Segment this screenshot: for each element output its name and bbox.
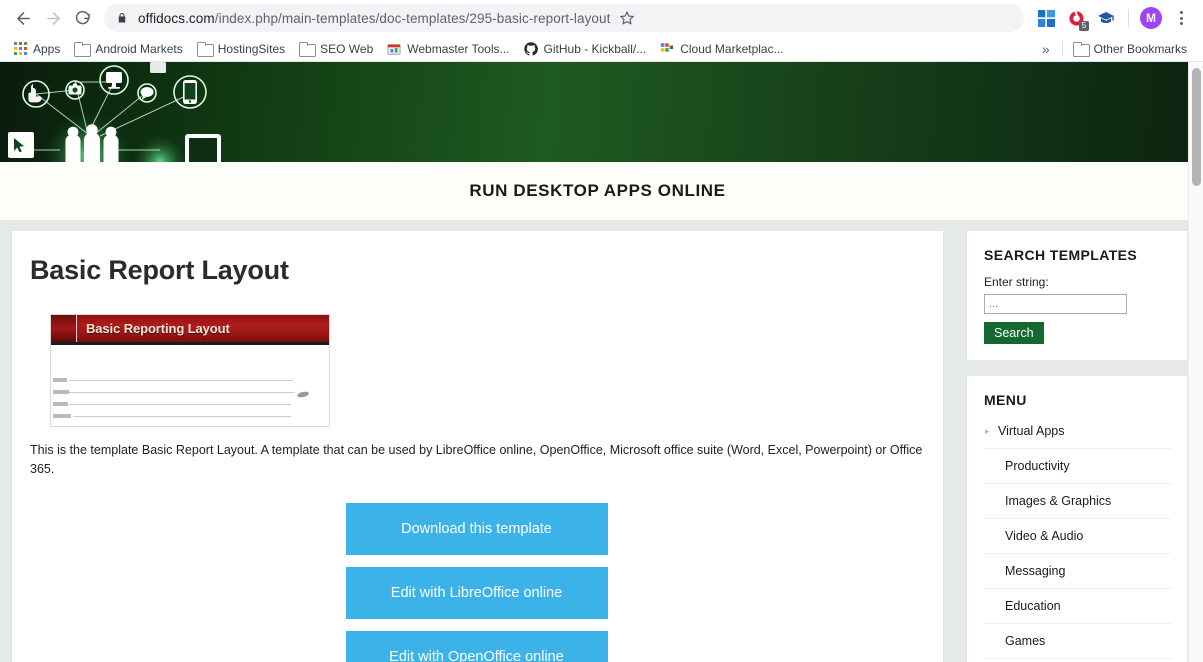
toolbar-divider: [1128, 9, 1129, 27]
extension-badge-count: 5: [1079, 21, 1089, 31]
url-domain: offidocs.com: [138, 11, 215, 26]
bookmark-hostingsites[interactable]: HostingSites: [191, 39, 293, 59]
search-field-label: Enter string:: [984, 275, 1171, 289]
sidebar-item-virtual-apps[interactable]: ▸ Virtual Apps: [984, 420, 1171, 448]
reload-button[interactable]: [68, 3, 98, 33]
page-viewport: RUN DESKTOP APPS ONLINE Basic Report Lay…: [0, 62, 1203, 662]
profile-initial: M: [1140, 7, 1162, 29]
browser-chrome: offidocs.com/index.php/main-templates/do…: [0, 0, 1203, 62]
folder-icon: [197, 42, 212, 55]
bookmark-seo-web[interactable]: SEO Web: [293, 39, 381, 59]
sidebar-item-images-graphics[interactable]: Images & Graphics: [984, 483, 1171, 518]
site-banner: [0, 62, 1195, 162]
bookmark-label: Apps: [33, 42, 60, 56]
main-content-card: Basic Report Layout Basic Reporting Layo…: [11, 230, 944, 662]
address-bar[interactable]: offidocs.com/index.php/main-templates/do…: [104, 4, 1024, 32]
adblock-extension-icon[interactable]: 5: [1062, 4, 1090, 32]
sidebar-item-games[interactable]: Games: [984, 623, 1171, 658]
thumbnail-header-text: Basic Reporting Layout: [86, 321, 230, 336]
sidebar: SEARCH TEMPLATES Enter string: Search ME…: [966, 230, 1188, 662]
sidebar-item-messaging[interactable]: Messaging: [984, 553, 1171, 588]
forward-button[interactable]: [38, 3, 68, 33]
folder-icon: [1073, 42, 1088, 55]
bookmarks-overflow-button[interactable]: »: [1034, 41, 1058, 57]
page-vertical-scrollbar[interactable]: [1188, 62, 1203, 662]
template-description: This is the template Basic Report Layout…: [30, 441, 923, 479]
bookmark-label: GitHub - Kickball/...: [544, 42, 647, 56]
sidebar-item-label: Games: [1005, 634, 1045, 648]
scrollbar-thumb[interactable]: [1192, 68, 1201, 186]
extension-icons: 5 M: [1032, 4, 1195, 32]
menu-card: MENU ▸ Virtual Apps Productivity Images …: [966, 375, 1188, 662]
bookmark-webmaster-tools[interactable]: Webmaster Tools...: [381, 39, 517, 59]
download-template-button[interactable]: Download this template: [346, 503, 608, 555]
edit-openoffice-button[interactable]: Edit with OpenOffice online: [346, 631, 608, 662]
sidebar-item-label: Video & Audio: [1005, 529, 1083, 543]
site-tagline-band: RUN DESKTOP APPS ONLINE: [0, 162, 1195, 220]
search-templates-title: SEARCH TEMPLATES: [984, 247, 1171, 263]
action-buttons: Download this template Edit with LibreOf…: [30, 503, 923, 662]
search-templates-card: SEARCH TEMPLATES Enter string: Search: [966, 230, 1188, 361]
edit-libreoffice-button[interactable]: Edit with LibreOffice online: [346, 567, 608, 619]
folder-icon: [74, 42, 89, 55]
banner-network-art: [0, 62, 250, 162]
profile-avatar[interactable]: M: [1137, 4, 1165, 32]
bookmark-label: HostingSites: [218, 42, 285, 56]
site-tagline: RUN DESKTOP APPS ONLINE: [469, 181, 725, 201]
sidebar-item-label: Education: [1005, 599, 1061, 613]
thumbnail-body: [51, 345, 329, 425]
thumbnail-header-cell: [51, 315, 77, 342]
menu-title: MENU: [984, 392, 1171, 408]
bookmark-label: Webmaster Tools...: [407, 42, 509, 56]
other-bookmarks-button[interactable]: Other Bookmarks: [1067, 39, 1195, 59]
sidebar-item-utilities[interactable]: Utilities: [984, 658, 1171, 662]
bookmark-android-markets[interactable]: Android Markets: [68, 39, 190, 59]
url-text: offidocs.com/index.php/main-templates/do…: [138, 11, 611, 26]
bookmarks-bar: Apps Android Markets HostingSites SEO We…: [0, 36, 1203, 62]
bookmark-label: Cloud Marketplac...: [680, 42, 783, 56]
chevron-right-icon: ▸: [985, 426, 990, 437]
page-body: Basic Report Layout Basic Reporting Layo…: [0, 220, 1203, 662]
search-button[interactable]: Search: [984, 322, 1044, 344]
sidebar-item-productivity[interactable]: Productivity: [984, 448, 1171, 483]
bookmark-cloud-marketplace[interactable]: Cloud Marketplac...: [654, 39, 791, 59]
other-bookmarks-label: Other Bookmarks: [1094, 42, 1187, 56]
folder-icon: [299, 42, 314, 55]
sidebar-item-video-audio[interactable]: Video & Audio: [984, 518, 1171, 553]
search-input[interactable]: [984, 294, 1127, 314]
url-path: /index.php/main-templates/doc-templates/…: [215, 11, 611, 26]
sidebar-item-label: Productivity: [1005, 459, 1070, 473]
graduation-cap-extension-icon[interactable]: [1092, 4, 1120, 32]
bookmark-github[interactable]: GitHub - Kickball/...: [518, 39, 655, 59]
cloud-marketplace-icon: [660, 42, 674, 56]
bookmark-label: Android Markets: [95, 42, 182, 56]
sidebar-item-label: Messaging: [1005, 564, 1065, 578]
sidebar-item-label: Virtual Apps: [998, 424, 1064, 438]
bookmark-apps[interactable]: Apps: [8, 39, 68, 59]
sidebar-item-education[interactable]: Education: [984, 588, 1171, 623]
apps-grid-icon: [14, 42, 27, 55]
back-button[interactable]: [8, 3, 38, 33]
lock-icon: [116, 11, 128, 25]
github-icon: [524, 42, 538, 56]
sidebar-item-label: Images & Graphics: [1005, 494, 1111, 508]
windows-grid-extension-icon[interactable]: [1032, 4, 1060, 32]
webmaster-tools-icon: [387, 42, 401, 56]
template-preview-thumbnail[interactable]: Basic Reporting Layout: [50, 314, 330, 427]
three-dot-menu-icon[interactable]: [1167, 4, 1195, 32]
star-icon[interactable]: [619, 10, 635, 26]
browser-toolbar: offidocs.com/index.php/main-templates/do…: [0, 0, 1203, 36]
bookmark-label: SEO Web: [320, 42, 373, 56]
thumbnail-header: Basic Reporting Layout: [51, 315, 329, 345]
page-title: Basic Report Layout: [30, 255, 923, 286]
thumbnail-mark: [297, 391, 310, 398]
bookmarks-divider: [1062, 41, 1063, 57]
